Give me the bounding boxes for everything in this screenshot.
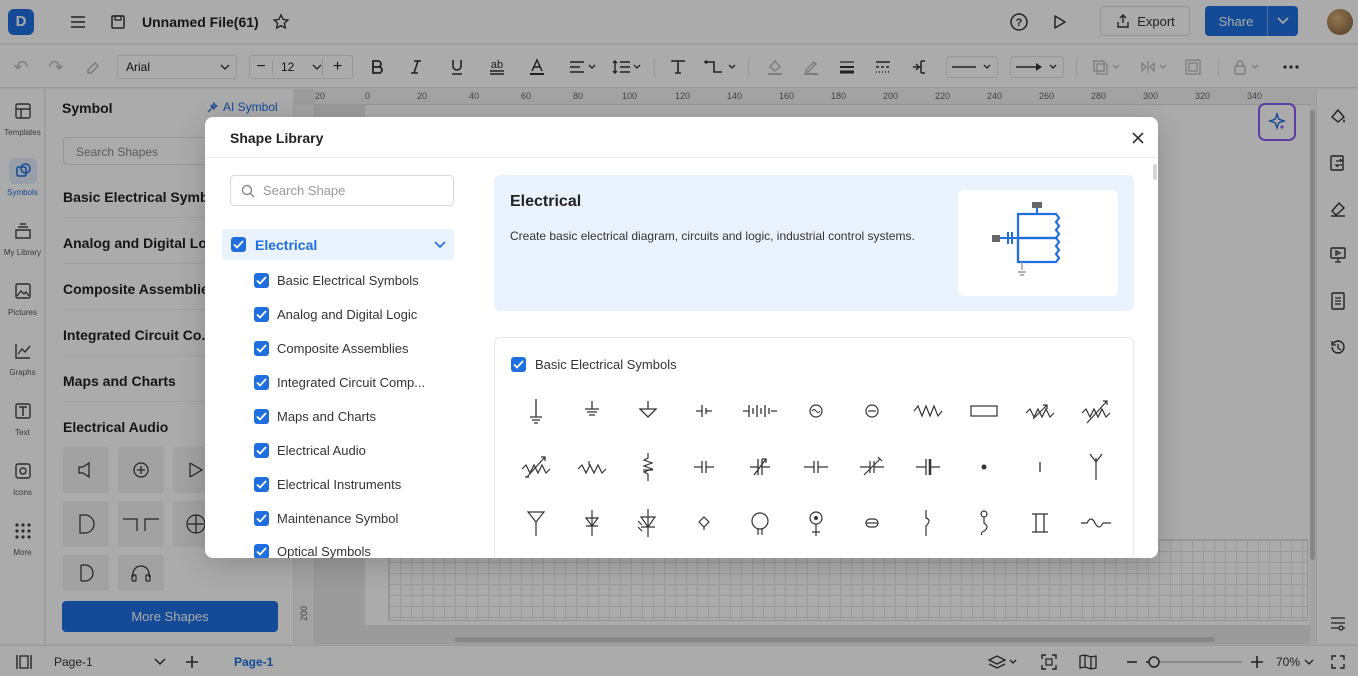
electrical-preview-image — [958, 190, 1118, 296]
tree-root-electrical[interactable]: Electrical — [222, 229, 454, 260]
lamp-symbol[interactable] — [684, 503, 724, 543]
probe-symbol[interactable] — [796, 503, 836, 543]
tree-item[interactable]: Maintenance Symbol — [254, 508, 398, 528]
checkbox-checked-icon[interactable] — [254, 374, 269, 390]
checkbox-checked-icon[interactable] — [254, 476, 269, 492]
chassis-ground-symbol[interactable] — [572, 391, 612, 431]
library-hero: Electrical Create basic electrical diagr… — [494, 175, 1134, 311]
loop-symbol[interactable] — [740, 503, 780, 543]
shape-search-input[interactable]: Search Shape — [230, 175, 454, 206]
checkbox-checked-icon[interactable] — [254, 306, 269, 322]
search-icon — [241, 184, 255, 197]
tree-item-label: Maintenance Symbol — [277, 510, 399, 526]
hook-symbol[interactable] — [964, 503, 1004, 543]
checkbox-checked-icon[interactable] — [254, 442, 269, 458]
tree-item-label: Electrical Instruments — [277, 476, 402, 492]
checkbox-checked-icon[interactable] — [254, 340, 269, 356]
tree-item[interactable]: Integrated Circuit Comp... — [254, 372, 425, 392]
fuse-symbol[interactable] — [852, 503, 892, 543]
resistor-symbol[interactable] — [908, 391, 948, 431]
tree-item[interactable]: Electrical Instruments — [254, 474, 401, 494]
thermistor-symbol[interactable] — [516, 447, 556, 487]
shape-library-dialog: Shape Library Search Shape Electrical Ba… — [205, 117, 1158, 558]
tree-item[interactable]: Composite Assemblies — [254, 338, 409, 358]
tree-item[interactable]: Analog and Digital Logic — [254, 304, 417, 324]
ground-symbol[interactable] — [516, 391, 556, 431]
i-beam-symbol[interactable] — [1020, 503, 1060, 543]
capacitor-symbol[interactable] — [684, 447, 724, 487]
close-icon[interactable] — [1127, 127, 1149, 149]
checkbox-checked-icon[interactable] — [231, 237, 246, 252]
tree-item[interactable]: Optical Symbols — [254, 541, 371, 558]
diode-symbol[interactable] — [572, 503, 612, 543]
ac-source-symbol[interactable] — [796, 391, 836, 431]
tree-item-label: Electrical Audio — [277, 442, 366, 458]
variable-resistor-symbol[interactable] — [1020, 391, 1060, 431]
checkbox-checked-icon[interactable] — [254, 272, 269, 288]
chevron-down-icon[interactable] — [434, 240, 446, 249]
tree-item[interactable]: Maps and Charts — [254, 406, 376, 426]
led-symbol[interactable] — [628, 503, 668, 543]
sine-wave-symbol[interactable] — [1076, 503, 1116, 543]
electrolytic-capacitor-symbol[interactable] — [908, 447, 948, 487]
tree-item-label: Basic Electrical Symbols — [277, 272, 419, 288]
cell-symbol[interactable] — [684, 391, 724, 431]
tree-item-label: Maps and Charts — [277, 408, 376, 424]
tree-root-label: Electrical — [255, 236, 318, 253]
tree-item-label: Optical Symbols — [277, 543, 371, 559]
variable-capacitor-symbol[interactable] — [740, 447, 780, 487]
search-placeholder: Search Shape — [263, 183, 346, 198]
symbol-grid-card: Basic Electrical Symbols — [494, 337, 1134, 558]
hero-description: Create basic electrical diagram, circuit… — [510, 229, 915, 243]
dialog-scrollbar[interactable] — [1152, 158, 1158, 558]
bracket-symbol[interactable] — [908, 503, 948, 543]
hero-title: Electrical — [510, 193, 582, 210]
polarized-capacitor-symbol[interactable] — [796, 447, 836, 487]
grid-section-title: Basic Electrical Symbols — [535, 357, 677, 372]
vertical-resistor-symbol[interactable] — [628, 447, 668, 487]
terminal-symbol[interactable] — [1020, 447, 1060, 487]
grid-section-header[interactable]: Basic Electrical Symbols — [511, 357, 677, 372]
junction-dot-symbol[interactable] — [964, 447, 1004, 487]
tree-item[interactable]: Basic Electrical Symbols — [254, 270, 419, 290]
tree-item[interactable]: Electrical Audio — [254, 440, 366, 460]
tree-item-label: Composite Assemblies — [277, 340, 409, 356]
resistor-box-symbol[interactable] — [964, 391, 1004, 431]
battery-symbol[interactable] — [740, 391, 780, 431]
antenna-triangle-symbol[interactable] — [516, 503, 556, 543]
checkbox-checked-icon[interactable] — [511, 357, 526, 372]
checkbox-checked-icon[interactable] — [254, 408, 269, 424]
checkbox-checked-icon[interactable] — [254, 510, 269, 526]
tree-item-label: Analog and Digital Logic — [277, 306, 418, 322]
checkbox-checked-icon[interactable] — [254, 543, 269, 558]
varistor-symbol[interactable] — [572, 447, 612, 487]
dialog-title: Shape Library — [230, 130, 324, 146]
tree-item-label: Integrated Circuit Comp... — [277, 374, 426, 390]
signal-ground-symbol[interactable] — [628, 391, 668, 431]
trimmer-capacitor-symbol[interactable] — [852, 447, 892, 487]
potentiometer-symbol[interactable] — [1076, 391, 1116, 431]
antenna-symbol[interactable] — [1076, 447, 1116, 487]
dc-source-symbol[interactable] — [852, 391, 892, 431]
